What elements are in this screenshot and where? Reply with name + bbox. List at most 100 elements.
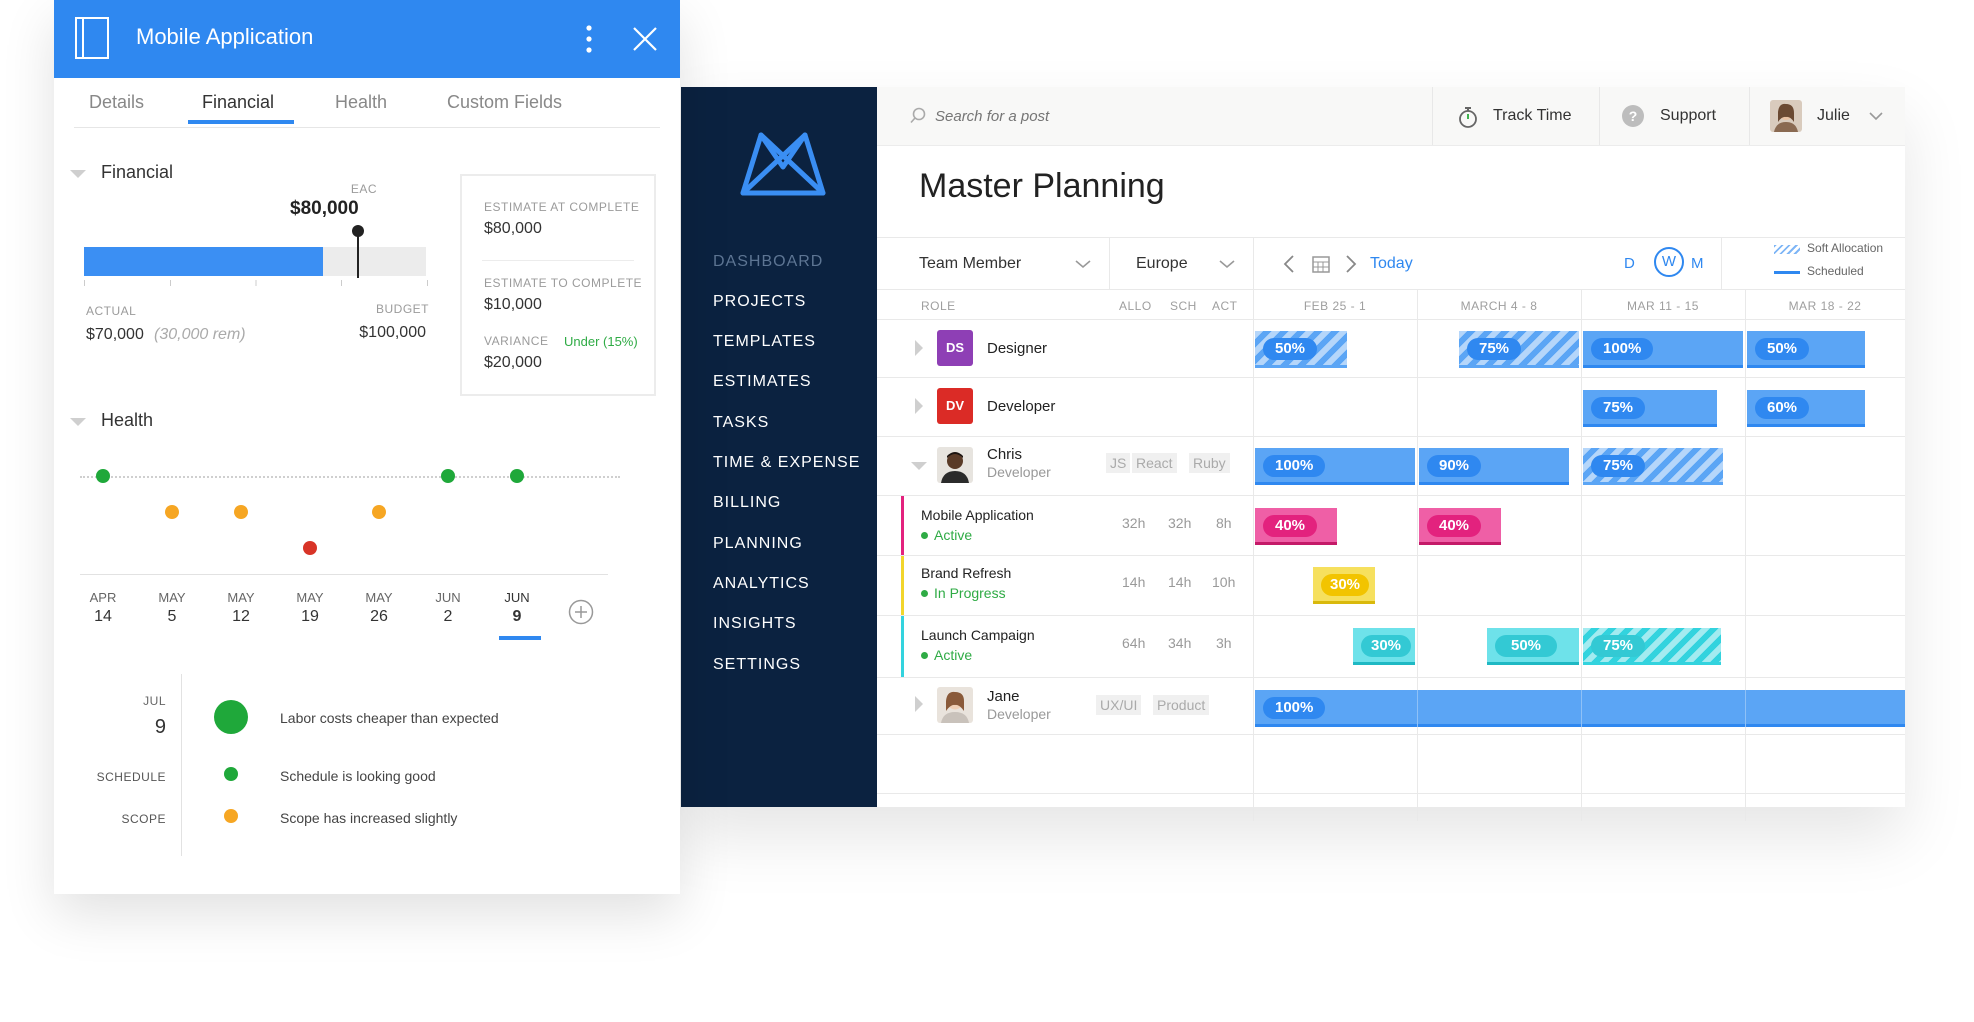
tab-custom-fields[interactable]: Custom Fields [447, 92, 562, 113]
expand-row-icon[interactable] [915, 340, 923, 356]
allocation-bar[interactable]: 90% [1419, 448, 1569, 485]
health-dot-green[interactable] [441, 469, 455, 483]
allocation-bar[interactable]: 100% [1255, 448, 1415, 485]
group-by-select[interactable]: Team Member [919, 255, 1021, 273]
allocation-bar[interactable]: 40% [1419, 508, 1501, 545]
health-date-month[interactable]: MAY [147, 590, 197, 605]
health-dot-orange[interactable] [234, 505, 248, 519]
row-project-name[interactable]: Mobile Application [921, 507, 1034, 523]
health-date-day[interactable]: 5 [147, 608, 197, 626]
row-jane-name[interactable]: Jane [987, 688, 1020, 705]
row-chris-name[interactable]: Chris [987, 446, 1022, 463]
selected-date-indicator [499, 636, 541, 640]
divider [1749, 87, 1750, 145]
chevron-down-icon[interactable] [1075, 259, 1091, 269]
nav-templates[interactable]: TEMPLATES [713, 333, 816, 351]
allocation-pill: 75% [1591, 455, 1646, 477]
divider [74, 127, 660, 128]
allocation-bar[interactable]: 75% [1583, 390, 1717, 427]
allocation-bar[interactable]: 40% [1255, 508, 1337, 545]
nav-settings[interactable]: SETTINGS [713, 656, 801, 674]
column-week-3: MAR 11 - 15 [1627, 299, 1699, 313]
allocation-bar[interactable]: 50% [1255, 331, 1347, 368]
nav-time-expense[interactable]: TIME & EXPENSE [713, 454, 860, 472]
allocation-bar[interactable]: 60% [1747, 390, 1865, 427]
allocation-bar[interactable]: 75% [1583, 628, 1721, 665]
allocation-bar[interactable]: 50% [1747, 331, 1865, 368]
health-date-day[interactable]: 19 [285, 608, 335, 626]
today-button[interactable]: Today [1370, 255, 1413, 273]
health-date-month[interactable]: MAY [354, 590, 404, 605]
health-dot-orange[interactable] [165, 505, 179, 519]
nav-insights[interactable]: INSIGHTS [713, 615, 797, 633]
stopwatch-icon[interactable] [1457, 105, 1479, 129]
hours-allocated: 64h [1122, 635, 1146, 651]
allocation-bar[interactable]: 50% [1487, 628, 1579, 665]
scale-week-button[interactable]: W [1654, 247, 1684, 277]
user-avatar[interactable] [1770, 100, 1802, 132]
help-icon[interactable]: ? [1622, 105, 1644, 127]
collapse-section-icon[interactable] [70, 170, 86, 178]
support-button[interactable]: Support [1660, 107, 1716, 125]
health-date-month[interactable]: MAY [216, 590, 266, 605]
chevron-left-icon[interactable] [1283, 254, 1295, 274]
allocation-bar[interactable]: 75% [1583, 448, 1723, 485]
region-select[interactable]: Europe [1136, 255, 1188, 273]
health-date-month[interactable]: JUN [423, 590, 473, 605]
financial-section-title[interactable]: Financial [101, 162, 173, 183]
allocation-bar[interactable]: 30% [1313, 567, 1375, 604]
row-developer-name[interactable]: Developer [987, 398, 1055, 415]
expand-row-icon[interactable] [915, 696, 923, 712]
health-date-month-selected[interactable]: JUN [492, 590, 542, 605]
nav-dashboard[interactable]: DASHBOARD [713, 253, 823, 271]
budget-track [84, 247, 426, 276]
close-icon[interactable] [632, 26, 658, 52]
tab-health[interactable]: Health [335, 92, 387, 113]
health-date-day[interactable]: 14 [78, 608, 128, 626]
more-vertical-icon[interactable] [585, 24, 593, 54]
health-dot-green[interactable] [96, 469, 110, 483]
collapse-row-icon[interactable] [911, 462, 927, 470]
divider [1432, 87, 1433, 145]
nav-planning[interactable]: PLANNING [713, 535, 803, 553]
health-dot-green[interactable] [510, 469, 524, 483]
nav-estimates[interactable]: ESTIMATES [713, 373, 812, 391]
user-name[interactable]: Julie [1817, 107, 1850, 125]
health-date-day[interactable]: 2 [423, 608, 473, 626]
tab-financial[interactable]: Financial [202, 92, 274, 113]
allocation-bar[interactable]: 75% [1459, 331, 1579, 368]
health-dot-orange[interactable] [372, 505, 386, 519]
column-act: ACT [1212, 299, 1238, 313]
health-date-day-selected[interactable]: 9 [492, 608, 542, 626]
scale-month-button[interactable]: M [1691, 255, 1704, 272]
health-date-month[interactable]: APR [78, 590, 128, 605]
health-date-day[interactable]: 26 [354, 608, 404, 626]
row-project-name[interactable]: Launch Campaign [921, 627, 1035, 643]
nav-analytics[interactable]: ANALYTICS [713, 575, 810, 593]
allocation-bar[interactable]: 100% [1583, 331, 1743, 368]
nav-tasks[interactable]: TASKS [713, 414, 769, 432]
allocation-bar[interactable]: 30% [1353, 628, 1415, 665]
scale-day-button[interactable]: D [1624, 255, 1635, 272]
chevron-down-icon[interactable] [1219, 259, 1235, 269]
health-dot-red[interactable] [303, 541, 317, 555]
search-input[interactable] [933, 103, 1237, 129]
plus-circle-icon[interactable] [568, 599, 594, 625]
row-project-name[interactable]: Brand Refresh [921, 565, 1011, 581]
track-time-button[interactable]: Track Time [1493, 107, 1572, 125]
expand-row-icon[interactable] [915, 398, 923, 414]
chevron-down-icon[interactable] [1869, 111, 1883, 121]
health-date-month[interactable]: MAY [285, 590, 335, 605]
chevron-right-icon[interactable] [1345, 254, 1357, 274]
allocation-bar[interactable]: 100% [1255, 690, 1905, 727]
health-section-title[interactable]: Health [101, 410, 153, 431]
collapse-section-icon[interactable] [70, 418, 86, 426]
calendar-icon[interactable] [1311, 254, 1331, 274]
allocation-pill: 30% [1361, 635, 1412, 657]
tab-details[interactable]: Details [89, 92, 144, 113]
nav-billing[interactable]: BILLING [713, 494, 781, 512]
nav-projects[interactable]: PROJECTS [713, 293, 806, 311]
mavenlink-logo-icon[interactable] [733, 127, 833, 199]
row-designer-name[interactable]: Designer [987, 340, 1047, 357]
health-date-day[interactable]: 12 [216, 608, 266, 626]
